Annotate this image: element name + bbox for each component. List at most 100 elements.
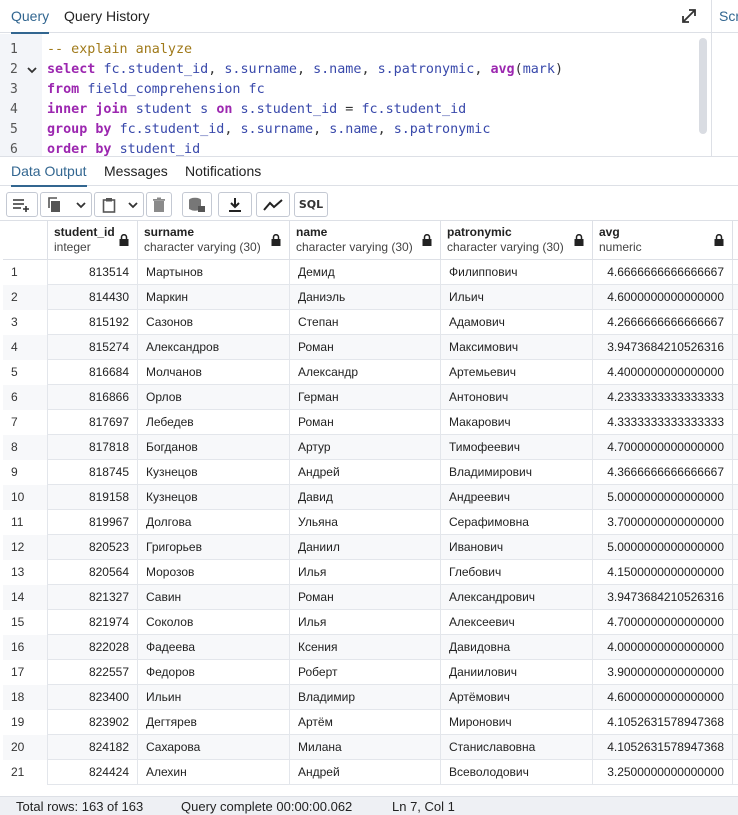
tab-notifications[interactable]: Notifications (185, 157, 261, 186)
delete-button[interactable] (146, 192, 172, 217)
avg-cell[interactable]: 4.2666666666666667 (593, 310, 733, 335)
row-number[interactable]: 7 (3, 410, 48, 435)
tab-scratch-pad[interactable]: Scr (719, 0, 738, 33)
student-id-cell[interactable]: 820523 (48, 535, 138, 560)
student-id-cell[interactable]: 821974 (48, 610, 138, 635)
editor-scrollbar[interactable] (699, 38, 707, 134)
name-cell[interactable]: Степан (290, 310, 441, 335)
avg-cell[interactable]: 3.9473684210526316 (593, 335, 733, 360)
name-cell[interactable]: Андрей (290, 760, 441, 785)
surname-cell[interactable]: Богданов (138, 435, 290, 460)
sql-button[interactable]: SQL (294, 192, 328, 217)
row-number[interactable]: 19 (3, 710, 48, 735)
student-id-cell[interactable]: 819158 (48, 485, 138, 510)
tab-query[interactable]: Query (11, 0, 50, 34)
student-id-cell[interactable]: 815192 (48, 310, 138, 335)
row-number[interactable]: 11 (3, 510, 48, 535)
column-header[interactable]: name character varying (30) (290, 221, 441, 260)
copy-button[interactable] (40, 192, 92, 217)
surname-cell[interactable]: Фадеева (138, 635, 290, 660)
student-id-cell[interactable]: 824182 (48, 735, 138, 760)
avg-cell[interactable]: 3.7000000000000000 (593, 510, 733, 535)
table-row[interactable]: 15 821974 Соколов Илья Алексеевич 4.700000000… (3, 610, 738, 635)
code-line[interactable]: 4 inner join student s on s.student_id = … (0, 100, 700, 120)
column-header[interactable]: patronymic character varying (30) (441, 221, 593, 260)
name-cell[interactable]: Даниил (290, 535, 441, 560)
patronymic-cell[interactable]: Артемьевич (441, 360, 593, 385)
surname-cell[interactable]: Морозов (138, 560, 290, 585)
expand-icon[interactable] (680, 7, 698, 25)
student-id-cell[interactable]: 816866 (48, 385, 138, 410)
patronymic-cell[interactable]: Филиппович (441, 260, 593, 285)
patronymic-cell[interactable]: Ильич (441, 285, 593, 310)
avg-cell[interactable]: 4.6666666666666667 (593, 260, 733, 285)
row-number[interactable]: 8 (3, 435, 48, 460)
row-number[interactable]: 21 (3, 760, 48, 785)
code-line[interactable]: 3 from field_comprehension fc (0, 80, 700, 100)
sql-editor[interactable]: 1 -- explain analyze 2 select fc.student_id… (0, 34, 710, 156)
tab-messages[interactable]: Messages (104, 157, 168, 186)
chevron-down-icon[interactable] (75, 199, 87, 211)
table-row[interactable]: 10 819158 Кузнецов Давид Андреевич 5.00000000… (3, 485, 738, 510)
surname-cell[interactable]: Сазонов (138, 310, 290, 335)
table-row[interactable]: 16 822028 Фадеева Ксения Давидовна 4.00000000… (3, 635, 738, 660)
student-id-cell[interactable]: 822028 (48, 635, 138, 660)
patronymic-cell[interactable]: Андреевич (441, 485, 593, 510)
surname-cell[interactable]: Маркин (138, 285, 290, 310)
surname-cell[interactable]: Мартынов (138, 260, 290, 285)
avg-cell[interactable]: 5.0000000000000000 (593, 535, 733, 560)
surname-cell[interactable]: Сахарова (138, 735, 290, 760)
patronymic-cell[interactable]: Иванович (441, 535, 593, 560)
row-number[interactable]: 4 (3, 335, 48, 360)
student-id-cell[interactable]: 822557 (48, 660, 138, 685)
avg-cell[interactable]: 4.7000000000000000 (593, 435, 733, 460)
surname-cell[interactable]: Орлов (138, 385, 290, 410)
patronymic-cell[interactable]: Давидовна (441, 635, 593, 660)
name-cell[interactable]: Давид (290, 485, 441, 510)
name-cell[interactable]: Демид (290, 260, 441, 285)
student-id-cell[interactable]: 820564 (48, 560, 138, 585)
student-id-cell[interactable]: 817697 (48, 410, 138, 435)
surname-cell[interactable]: Кузнецов (138, 485, 290, 510)
table-row[interactable]: 1 813514 Мартынов Демид Филиппович 4.66666666… (3, 260, 738, 285)
table-row[interactable]: 21 824424 Алехин Андрей Всеволодович 3.250000… (3, 760, 738, 785)
patronymic-cell[interactable]: Антонович (441, 385, 593, 410)
table-row[interactable]: 7 817697 Лебедев Роман Макарович 4.3333333333… (3, 410, 738, 435)
patronymic-cell[interactable]: Александрович (441, 585, 593, 610)
surname-cell[interactable]: Долгова (138, 510, 290, 535)
surname-cell[interactable]: Григорьев (138, 535, 290, 560)
surname-cell[interactable]: Александров (138, 335, 290, 360)
table-row[interactable]: 13 820564 Морозов Илья Глебович 4.15000000000… (3, 560, 738, 585)
name-cell[interactable]: Ульяна (290, 510, 441, 535)
row-number[interactable]: 14 (3, 585, 48, 610)
avg-cell[interactable]: 3.9473684210526316 (593, 585, 733, 610)
row-number[interactable]: 10 (3, 485, 48, 510)
row-number[interactable]: 16 (3, 635, 48, 660)
table-row[interactable]: 17 822557 Федоров Роберт Даниилович 3.9000000… (3, 660, 738, 685)
student-id-cell[interactable]: 814430 (48, 285, 138, 310)
surname-cell[interactable]: Ильин (138, 685, 290, 710)
chevron-down-icon[interactable] (127, 199, 139, 211)
name-cell[interactable]: Роберт (290, 660, 441, 685)
student-id-cell[interactable]: 821327 (48, 585, 138, 610)
surname-cell[interactable]: Дегтярев (138, 710, 290, 735)
avg-cell[interactable]: 5.0000000000000000 (593, 485, 733, 510)
avg-cell[interactable]: 4.7000000000000000 (593, 610, 733, 635)
row-number[interactable]: 5 (3, 360, 48, 385)
patronymic-cell[interactable]: Алексеевич (441, 610, 593, 635)
code-line[interactable]: 5 group by fc.student_id, s.surname, s.na… (0, 120, 700, 140)
avg-cell[interactable]: 4.1052631578947368 (593, 710, 733, 735)
tab-data-output[interactable]: Data Output (11, 157, 87, 187)
patronymic-cell[interactable]: Миронович (441, 710, 593, 735)
surname-cell[interactable]: Савин (138, 585, 290, 610)
graph-visualiser-button[interactable] (256, 192, 290, 217)
add-row-button[interactable] (6, 192, 38, 217)
row-number[interactable]: 13 (3, 560, 48, 585)
name-cell[interactable]: Даниэль (290, 285, 441, 310)
column-header[interactable]: avg numeric (593, 221, 733, 260)
row-number[interactable]: 3 (3, 310, 48, 335)
code-line[interactable]: 1 -- explain analyze (0, 40, 700, 60)
surname-cell[interactable]: Молчанов (138, 360, 290, 385)
student-id-cell[interactable]: 823902 (48, 710, 138, 735)
download-button[interactable] (218, 192, 252, 217)
